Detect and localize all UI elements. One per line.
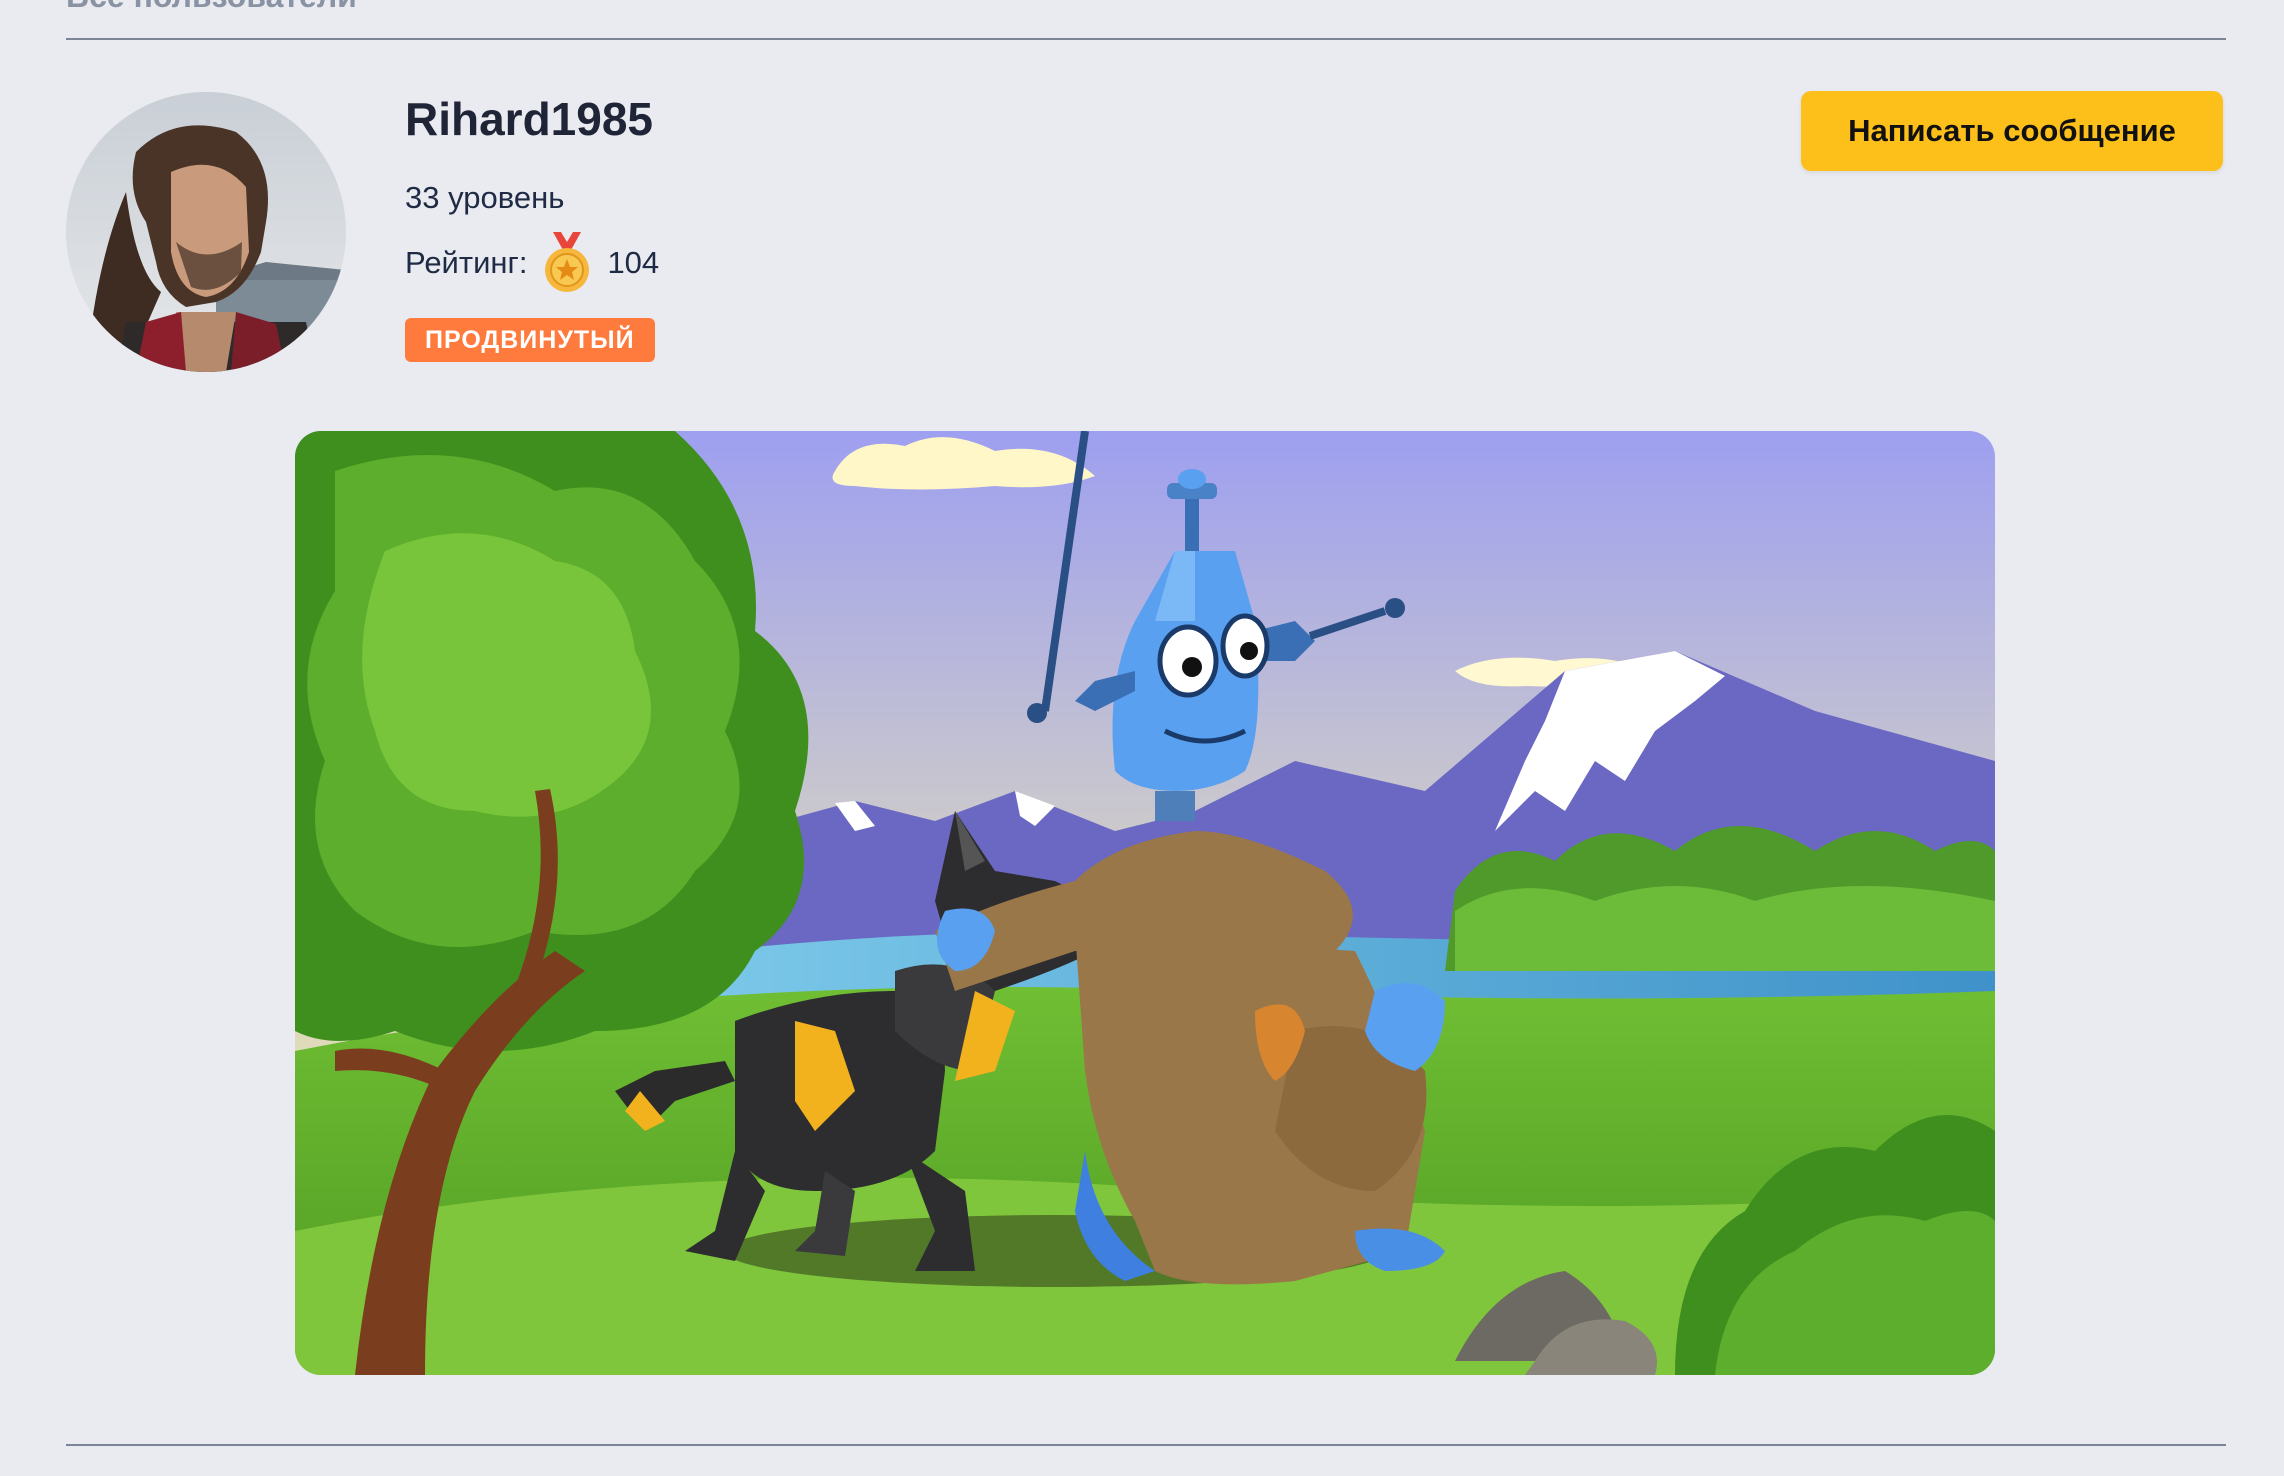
bottom-divider [66, 1444, 2226, 1446]
rank-badge: ПРОДВИНУТЫЙ [405, 318, 655, 362]
top-divider [66, 38, 2226, 40]
avatar [66, 92, 346, 372]
rating-label: Рейтинг: [405, 245, 528, 280]
medal-icon [541, 232, 593, 294]
rating-value: 104 [607, 245, 660, 280]
send-message-button[interactable]: Написать сообщение [1801, 91, 2223, 171]
profile-illustration [295, 431, 1995, 1375]
username: Rihard1985 [405, 93, 654, 145]
user-level: 33 уровень [405, 180, 565, 215]
all-users-link[interactable]: Все пользователи [66, 0, 357, 15]
rating-row: Рейтинг: 104 [405, 232, 659, 294]
